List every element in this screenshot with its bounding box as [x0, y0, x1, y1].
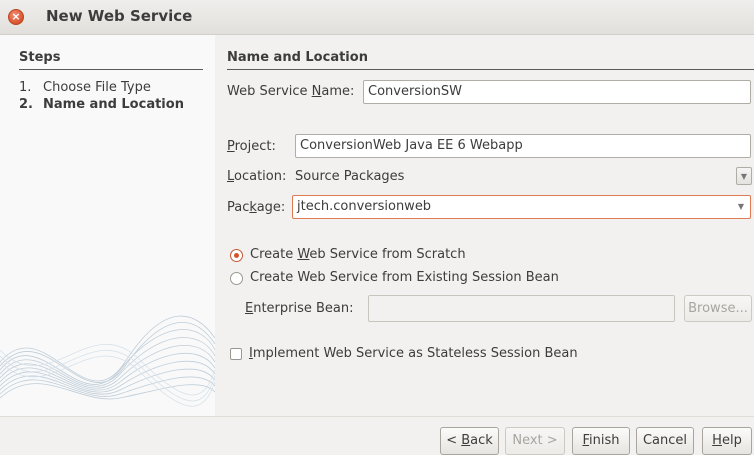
label-mnemonic: E — [245, 301, 254, 316]
stateless-session-bean-checkbox[interactable] — [230, 348, 242, 360]
stateless-session-bean-label[interactable]: Implement Web Service as Stateless Sessi… — [249, 346, 578, 361]
radio-create-from-scratch[interactable] — [230, 249, 243, 262]
label-mnemonic: L — [227, 169, 235, 184]
window-title: New Web Service — [46, 7, 193, 25]
step-number: 2. — [19, 97, 33, 112]
label-mnemonic: W — [297, 247, 310, 262]
location-select[interactable]: Source Packages — [295, 169, 404, 184]
cancel-button[interactable]: Cancel — [636, 427, 694, 455]
close-glyph: × — [11, 10, 21, 23]
package-combobox[interactable]: jtech.conversionweb — [292, 195, 751, 219]
label-text: Pac — [227, 200, 250, 215]
label-text: Web Service — [227, 84, 312, 99]
steps-header: Steps — [19, 50, 61, 65]
radio-from-session-bean[interactable] — [230, 272, 243, 285]
section-divider — [227, 69, 754, 70]
footer-divider — [0, 416, 754, 417]
decorative-waves-graphic — [0, 315, 215, 407]
close-icon[interactable]: × — [8, 9, 24, 25]
step-item-name-and-location: 2. Name and Location — [19, 97, 184, 112]
button-text: < — [446, 433, 462, 448]
radio-from-session-bean-label[interactable]: Create Web Service from Existing Session… — [250, 270, 559, 285]
label-text: roject: — [234, 139, 276, 154]
chevron-down-icon[interactable]: ▼ — [733, 198, 749, 216]
enterprise-bean-label: Enterprise Bean: — [245, 301, 354, 316]
package-label: Package: — [227, 200, 285, 215]
steps-panel: Steps 1. Choose File Type 2. Name and Loca… — [0, 35, 215, 416]
label-text: ame: — [321, 84, 355, 99]
steps-divider — [19, 69, 203, 70]
project-label: Project: — [227, 139, 276, 154]
enterprise-bean-field — [368, 295, 675, 322]
label-mnemonic: P — [227, 139, 235, 154]
browse-button: Browse... — [684, 295, 752, 322]
finish-button[interactable]: Finish — [572, 427, 630, 455]
project-field: ConversionWeb Java EE 6 Webapp — [295, 134, 751, 158]
label-text: ocation: — [234, 169, 287, 184]
step-number: 1. — [19, 80, 32, 95]
button-text: inish — [589, 433, 620, 448]
label-text: age: — [256, 200, 286, 215]
step-label: Choose File Type — [43, 80, 151, 95]
back-button[interactable]: < Back — [440, 427, 499, 455]
label-text: nterprise Bean: — [253, 301, 354, 316]
button-mnemonic: B — [461, 433, 471, 448]
title-bar: × New Web Service — [0, 0, 754, 35]
help-button[interactable]: Help — [702, 427, 752, 455]
label-text: Create — [250, 247, 298, 262]
button-text: ack — [470, 433, 493, 448]
button-text: elp — [721, 433, 742, 448]
button-mnemonic: H — [712, 433, 722, 448]
step-item-choose-file-type: 1. Choose File Type — [19, 80, 151, 95]
service-name-label: Web Service Name: — [227, 84, 354, 99]
label-text: eb Service from Scratch — [309, 247, 466, 262]
radio-create-from-scratch-label[interactable]: Create Web Service from Scratch — [250, 247, 466, 262]
section-title: Name and Location — [227, 50, 368, 65]
label-mnemonic: N — [311, 84, 322, 99]
step-label: Name and Location — [43, 97, 184, 112]
location-label: Location: — [227, 169, 286, 184]
chevron-down-icon[interactable]: ▼ — [736, 167, 752, 185]
service-name-input[interactable]: ConversionSW — [363, 80, 751, 104]
label-mnemonic: k — [249, 200, 257, 215]
next-button: Next > — [505, 427, 565, 455]
label-text: mplement Web Service as Stateless Sessio… — [252, 346, 578, 361]
